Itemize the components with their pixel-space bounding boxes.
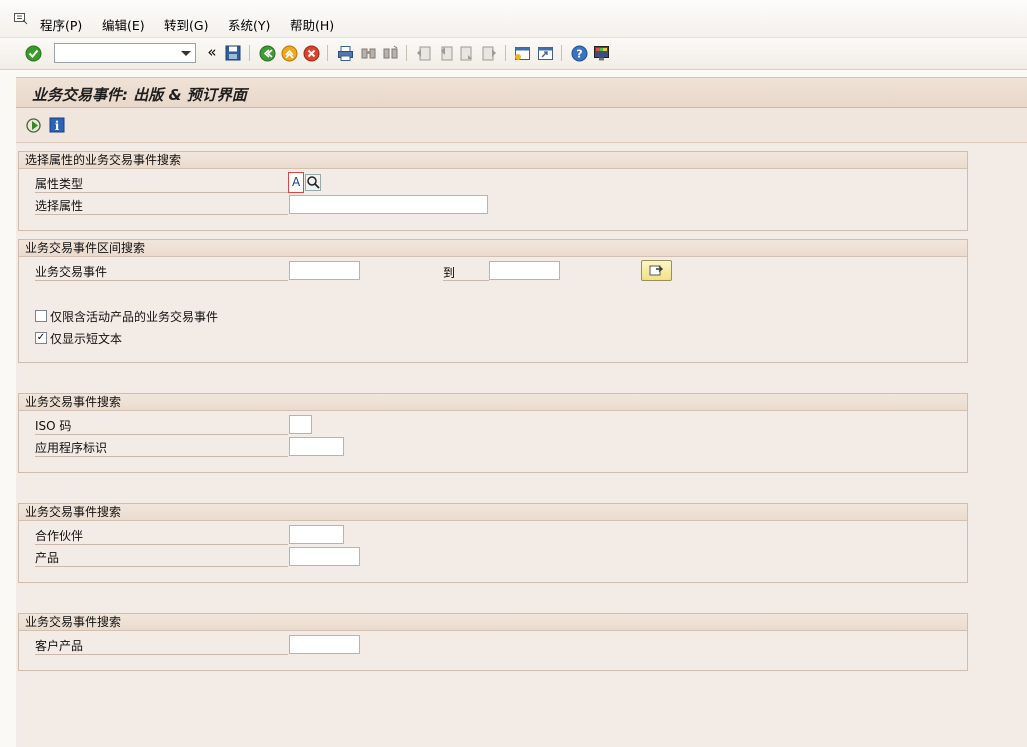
customize-layout-icon[interactable] xyxy=(592,44,610,62)
back-icon[interactable] xyxy=(258,44,276,62)
multiple-selection-button[interactable] xyxy=(641,260,672,281)
print-icon[interactable] xyxy=(336,44,354,62)
multiple-selection-icon xyxy=(649,265,664,276)
attribute-type-field[interactable]: A xyxy=(288,172,304,193)
interval-search-group: 业务交易事件区间搜索 业务交易事件 到 仅限含活动产品的业务交易事件 ✓ 仅显示… xyxy=(18,239,968,363)
menu-program[interactable]: 程序(P) xyxy=(40,15,82,34)
customer-product-input[interactable] xyxy=(289,635,360,654)
iso-code-label: ISO 码 xyxy=(35,418,288,435)
menu-help[interactable]: 帮助(H) xyxy=(290,15,334,34)
application-id-label: 应用程序标识 xyxy=(35,440,288,457)
left-strip xyxy=(0,70,16,747)
business-event-to-input[interactable] xyxy=(489,261,560,280)
command-field[interactable] xyxy=(54,43,196,63)
help-icon[interactable]: ? xyxy=(570,44,588,62)
collapse-icon[interactable]: « xyxy=(203,43,221,61)
active-products-only-checkbox[interactable] xyxy=(35,310,47,322)
save-icon[interactable] xyxy=(224,44,242,62)
customer-product-label: 客户产品 xyxy=(35,638,288,655)
first-page-icon[interactable] xyxy=(414,44,432,62)
attribute-search-group: 选择属性的业务交易事件搜索 属性类型 A 选择属性 xyxy=(18,151,968,231)
product-label: 产品 xyxy=(35,550,288,567)
short-text-only-checkbox[interactable]: ✓ xyxy=(35,332,47,344)
menu-bar: 程序(P) 编辑(E) 转到(G) 系统(Y) 帮助(H) xyxy=(0,0,1027,38)
select-attribute-label: 选择属性 xyxy=(35,198,288,215)
group-header: 业务交易事件搜索 xyxy=(19,614,967,631)
partner-input[interactable] xyxy=(289,525,344,544)
iso-code-input[interactable] xyxy=(289,415,312,434)
last-page-icon[interactable] xyxy=(480,44,498,62)
group-header: 业务交易事件区间搜索 xyxy=(19,240,967,257)
menu-edit[interactable]: 编辑(E) xyxy=(102,15,145,34)
group-header: 业务交易事件搜索 xyxy=(19,504,967,521)
business-event-from-input[interactable] xyxy=(289,261,360,280)
group-header: 业务交易事件搜索 xyxy=(19,394,967,411)
menu-system[interactable]: 系统(Y) xyxy=(228,15,270,34)
customer-product-search-group: 业务交易事件搜索 客户产品 xyxy=(18,613,968,671)
exit-icon[interactable] xyxy=(280,44,298,62)
svg-text:?: ? xyxy=(576,47,582,60)
product-input[interactable] xyxy=(289,547,360,566)
application-id-input[interactable] xyxy=(289,437,344,456)
application-toolbar: i xyxy=(16,108,1027,143)
group-header: 选择属性的业务交易事件搜索 xyxy=(19,152,967,169)
standard-toolbar: « ? xyxy=(0,38,1027,70)
select-attribute-input[interactable] xyxy=(289,195,488,214)
menu-goto[interactable]: 转到(G) xyxy=(164,15,208,34)
short-text-only-label: 仅显示短文本 xyxy=(50,332,123,346)
active-products-only-label: 仅限含活动产品的业务交易事件 xyxy=(50,310,219,324)
iso-search-group: 业务交易事件搜索 ISO 码 应用程序标识 xyxy=(18,393,968,473)
info-icon[interactable]: i xyxy=(48,116,66,134)
new-session-icon[interactable] xyxy=(513,44,531,62)
partner-search-group: 业务交易事件搜索 合作伙伴 产品 xyxy=(18,503,968,583)
search-help-icon[interactable] xyxy=(305,174,321,191)
partner-label: 合作伙伴 xyxy=(35,528,288,545)
next-page-icon[interactable] xyxy=(458,44,476,62)
cancel-icon[interactable] xyxy=(302,44,320,62)
execute-icon[interactable] xyxy=(24,116,42,134)
attribute-type-value: A xyxy=(292,175,301,189)
enter-icon[interactable] xyxy=(24,44,42,62)
shortcut-icon[interactable] xyxy=(536,44,554,62)
find-next-icon[interactable] xyxy=(381,44,399,62)
system-menu-icon[interactable] xyxy=(14,13,28,25)
attribute-type-label: 属性类型 xyxy=(35,176,288,193)
business-event-label: 业务交易事件 xyxy=(35,264,288,281)
to-label: 到 xyxy=(443,264,489,281)
title-bar: 业务交易事件: 出版 & 预订界面 xyxy=(16,77,1027,108)
find-icon[interactable] xyxy=(359,44,377,62)
chevron-down-icon[interactable] xyxy=(181,51,191,56)
svg-text:i: i xyxy=(55,119,60,133)
prev-page-icon[interactable] xyxy=(436,44,454,62)
page-title: 业务交易事件: 出版 & 预订界面 xyxy=(32,86,247,104)
